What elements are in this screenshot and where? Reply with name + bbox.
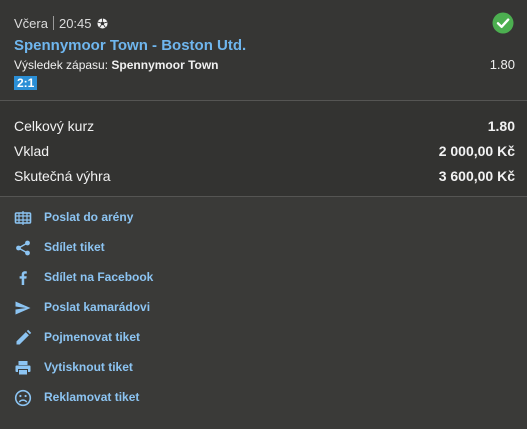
bet-item: Včera 20:45 Spennymoor Town - Boston Utd…	[0, 0, 527, 100]
bet-day: Včera	[14, 15, 48, 31]
match-name-link[interactable]: Spennymoor Town - Boston Utd.	[14, 37, 246, 54]
send-to-friend-label: Poslat kamarádovi	[44, 300, 151, 314]
send-to-arena-action[interactable]: Poslat do arény	[14, 208, 133, 228]
pencil-icon	[16, 329, 32, 345]
print-ticket-label: Vytisknout tiket	[44, 360, 133, 374]
share-ticket-action[interactable]: Sdílet tiket	[14, 238, 105, 258]
facebook-icon	[19, 271, 27, 285]
win-label: Skutečná výhra	[14, 168, 111, 184]
rename-ticket-action[interactable]: Pojmenovat tiket	[14, 328, 140, 348]
print-ticket-action[interactable]: Vytisknout tiket	[14, 358, 133, 378]
stake-label: Vklad	[14, 143, 50, 159]
stake-row: Vklad 2 000,00 Kč	[14, 143, 515, 163]
score-badge: 2:1	[14, 76, 38, 90]
divider	[0, 196, 527, 197]
win-value: 3 600,00 Kč	[438, 168, 515, 184]
bet-datetime: Včera 20:45	[14, 15, 108, 31]
sad-face-icon	[14, 389, 32, 407]
share-icon	[16, 240, 30, 256]
send-to-arena-label: Poslat do arény	[44, 210, 134, 224]
bet-market: Výsledek zápasu: Spennymoor Town	[14, 58, 219, 72]
bet-time: 20:45	[58, 15, 92, 31]
share-facebook-action[interactable]: Sdílet na Facebook	[14, 268, 153, 288]
divider	[52, 16, 54, 30]
total-odds-label: Celkový kurz	[14, 118, 95, 134]
claim-ticket-label: Reklamovat tiket	[44, 390, 140, 404]
win-row: Skutečná výhra 3 600,00 Kč	[14, 168, 515, 188]
market-label: Výsledek zápasu:	[14, 58, 109, 72]
share-facebook-label: Sdílet na Facebook	[44, 270, 154, 284]
ticket-summary: Celkový kurz 1.80 Vklad 2 000,00 Kč Skut…	[0, 101, 527, 196]
send-icon	[15, 301, 31, 315]
rename-ticket-label: Pojmenovat tiket	[44, 330, 141, 344]
stake-value: 2 000,00 Kč	[438, 143, 515, 159]
printer-icon	[15, 361, 31, 376]
bet-odd: 1.80	[489, 57, 515, 72]
selection: Spennymoor Town	[111, 58, 219, 72]
claim-ticket-action[interactable]: Reklamovat tiket	[14, 388, 139, 408]
total-odds-value: 1.80	[487, 118, 515, 134]
soccer-ball-icon	[96, 17, 108, 29]
check-circle-icon	[492, 12, 514, 34]
send-to-friend-action[interactable]: Poslat kamarádovi	[14, 298, 150, 318]
arena-icon	[14, 211, 32, 225]
share-ticket-label: Sdílet tiket	[44, 240, 105, 254]
total-odds-row: Celkový kurz 1.80	[14, 118, 515, 138]
